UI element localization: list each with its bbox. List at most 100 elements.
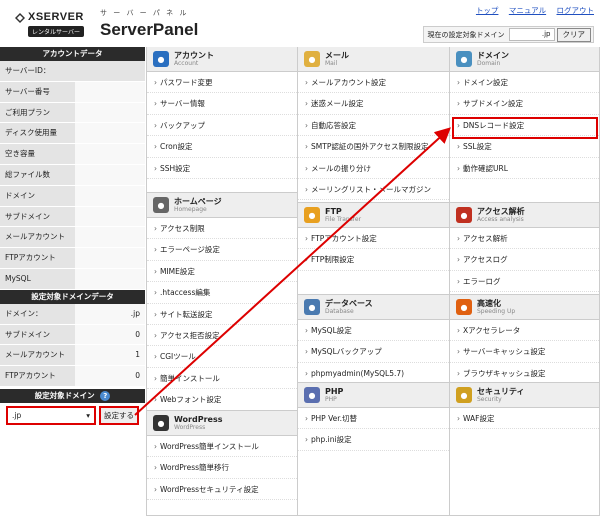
clear-button[interactable]: クリア bbox=[556, 27, 591, 42]
domain-row-label: FTPアカウント bbox=[0, 366, 75, 386]
menu-link[interactable]: アクセス解析 bbox=[450, 228, 599, 250]
menu-link[interactable]: 自動応答設定 bbox=[298, 115, 449, 137]
menu-section: ●WordPressWordPressWordPress簡単インストールWord… bbox=[147, 411, 297, 516]
person-icon: ● bbox=[153, 51, 169, 67]
account-row: サーバー番号 bbox=[0, 81, 145, 103]
menu-link[interactable]: アクセス拒否設定 bbox=[147, 325, 297, 347]
chart-icon: ● bbox=[456, 207, 472, 223]
section-title: ホームページ bbox=[174, 196, 222, 206]
account-row-value bbox=[75, 206, 145, 227]
domain-row: FTPアカウント 0 bbox=[0, 366, 145, 387]
menu-link[interactable]: Cron設定 bbox=[147, 136, 297, 158]
menu-link[interactable]: サーバー情報 bbox=[147, 93, 297, 115]
domain-data-head: 設定対象ドメインデータ bbox=[0, 289, 145, 304]
menu-link[interactable]: SMTP認証の国外アクセス制限設定 bbox=[298, 136, 449, 158]
speed-icon: ● bbox=[456, 299, 472, 315]
menu-link[interactable]: WordPressセキュリティ設定 bbox=[147, 479, 297, 501]
title-kana: サ ー バ ー パ ネ ル bbox=[100, 9, 189, 17]
section-subtitle: Mail bbox=[325, 59, 338, 67]
menu-link[interactable]: phpmyadmin(MySQL5.7) bbox=[298, 363, 449, 382]
account-row-value bbox=[75, 144, 145, 164]
menu-link[interactable]: SSL設定 bbox=[450, 136, 599, 158]
menu-link[interactable]: エラーページ設定 bbox=[147, 239, 297, 261]
section-header: ● PHP PHP bbox=[298, 383, 449, 408]
menu-link[interactable]: FTPアカウント設定 bbox=[298, 228, 449, 250]
server-id-row: サーバーID： bbox=[0, 61, 145, 82]
php-icon: ● bbox=[304, 387, 320, 403]
menu-link[interactable]: FTP制限設定 bbox=[298, 249, 449, 271]
menu-link[interactable]: MIME設定 bbox=[147, 261, 297, 283]
menu-link[interactable]: PHP Ver.切替 bbox=[298, 408, 449, 430]
menu-link[interactable]: ドメイン設定 bbox=[450, 72, 599, 94]
link-logout[interactable]: ログアウト bbox=[557, 6, 595, 15]
account-row-label: MySQL bbox=[0, 268, 75, 289]
section-header: ● メール Mail bbox=[298, 47, 449, 72]
link-manual[interactable]: マニュアル bbox=[509, 6, 546, 15]
account-row: MySQL bbox=[0, 268, 145, 290]
menu-link[interactable]: Xアクセラレータ bbox=[450, 320, 599, 342]
account-row: サブドメイン bbox=[0, 206, 145, 228]
domain-row-value: .jp bbox=[75, 303, 145, 324]
menu-link[interactable]: MySQLバックアップ bbox=[298, 341, 449, 363]
menu-link[interactable]: ブラウザキャッシュ設定 bbox=[450, 363, 599, 382]
menu-section: ● データベースDatabase MySQL設定MySQLバックアップphpmyad… bbox=[298, 295, 449, 383]
menu-link[interactable]: php.ini設定 bbox=[298, 429, 449, 451]
menu-link[interactable]: サイト転送設定 bbox=[147, 304, 297, 325]
set-button[interactable]: 設定する bbox=[99, 406, 139, 425]
menu-link[interactable]: サブドメイン設定 bbox=[450, 93, 599, 115]
menu-link[interactable]: CGIツール bbox=[147, 346, 297, 368]
domain-row: ドメイン： .jp bbox=[0, 303, 145, 325]
section-title: アクセス解析 bbox=[477, 206, 525, 216]
help-icon[interactable]: ? bbox=[100, 390, 111, 401]
section-title: 高速化 bbox=[477, 298, 501, 308]
account-row-value bbox=[75, 185, 145, 206]
menu-section: ● PHPPHP PHP Ver.切替php.ini設定 bbox=[298, 383, 449, 516]
menu-link[interactable]: バックアップ bbox=[147, 115, 297, 137]
menu-section: ●アクセス解析Access analysisアクセス解析アクセスログエラーログ bbox=[450, 203, 599, 295]
menu-link[interactable]: WordPress簡単移行 bbox=[147, 457, 297, 479]
section-subtitle: Security bbox=[477, 395, 502, 403]
menu-link[interactable]: Webフォント設定 bbox=[147, 389, 297, 410]
menu-link[interactable]: サーバーキャッシュ設定 bbox=[450, 341, 599, 363]
menu-link[interactable]: パスワード変更 bbox=[147, 72, 297, 94]
section-title: ドメイン bbox=[477, 50, 509, 60]
section-title: WordPress bbox=[174, 414, 223, 424]
menu-column: ● メールMail メールアカウント設定迷惑メール設定自動応答設定SMTP認証の国外… bbox=[298, 47, 450, 516]
link-top[interactable]: トップ bbox=[476, 6, 499, 15]
menu-link[interactable]: WordPress簡単インストール bbox=[147, 436, 297, 458]
account-row: ご利用プラン bbox=[0, 102, 145, 124]
chevron-down-icon: ▾ bbox=[86, 411, 90, 420]
menu-link[interactable]: アクセスログ bbox=[450, 249, 599, 271]
logo-sub: レンタルサーバー bbox=[28, 26, 84, 37]
account-row: メールアカウント bbox=[0, 227, 145, 249]
menu-link[interactable]: .htaccess編集 bbox=[147, 282, 297, 304]
account-row-label: ドメイン bbox=[0, 185, 75, 206]
section-header: ● ホームページ Homepage bbox=[147, 193, 297, 218]
domain-row: サブドメイン 0 bbox=[0, 324, 145, 346]
menu-link[interactable]: 動作確認URL bbox=[450, 158, 599, 179]
account-row-label: ディスク使用量 bbox=[0, 123, 75, 144]
section-header: ● セキュリティ Security bbox=[450, 383, 599, 408]
database-icon: ● bbox=[304, 299, 320, 315]
current-domain-input[interactable]: .jp bbox=[508, 28, 555, 41]
menu-link[interactable]: 簡単インストール bbox=[147, 368, 297, 390]
menu-link[interactable]: WAF設定 bbox=[450, 408, 599, 430]
section-subtitle: PHP bbox=[325, 395, 337, 403]
section-header: ● アカウント Account bbox=[147, 47, 297, 72]
domain-select[interactable]: .jp ▾ bbox=[6, 406, 96, 425]
menu-link[interactable]: メーリングリスト・メールマガジン bbox=[298, 179, 449, 201]
header: XSERVER レンタルサーバー サ ー バ ー パ ネ ル ServerPan… bbox=[0, 0, 600, 46]
menu-link[interactable]: アクセス制限 bbox=[147, 218, 297, 240]
menu-link[interactable]: 迷惑メール設定 bbox=[298, 93, 449, 115]
account-row-value bbox=[75, 164, 145, 185]
menu-link[interactable]: SSH設定 bbox=[147, 158, 297, 179]
account-row-value bbox=[75, 102, 145, 123]
target-domain-label: 設定対象ドメイン bbox=[34, 390, 95, 400]
section-subtitle: Account bbox=[174, 59, 199, 67]
menu-link[interactable]: メールの振り分け bbox=[298, 158, 449, 179]
menu-link[interactable]: MySQL設定 bbox=[298, 320, 449, 342]
menu-link[interactable]: メールアカウント設定 bbox=[298, 72, 449, 94]
globe-icon: ● bbox=[456, 51, 472, 67]
xserver-logo-icon bbox=[15, 13, 25, 23]
menu-link[interactable]: エラーログ bbox=[450, 271, 599, 293]
